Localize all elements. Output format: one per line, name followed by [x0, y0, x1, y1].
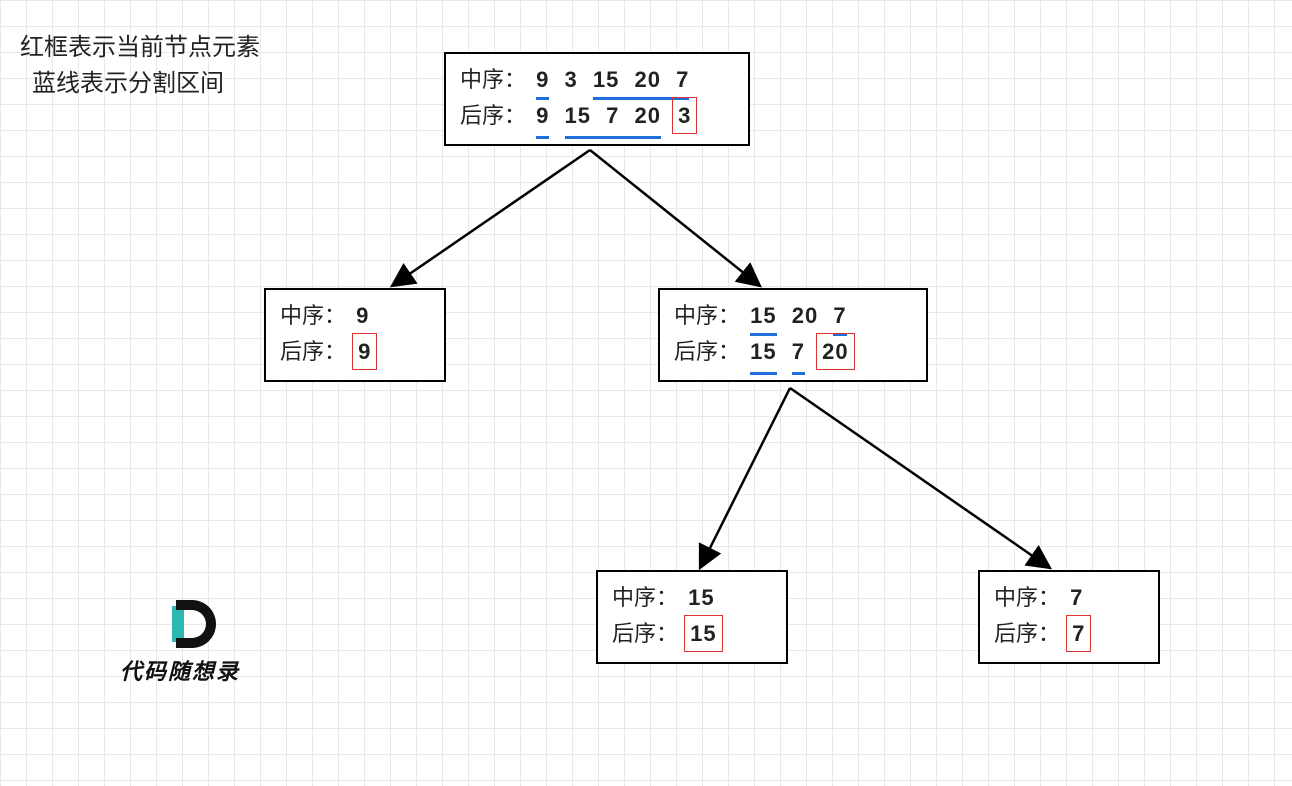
label-inorder: 中序：	[460, 62, 526, 97]
node-right: 中序： 15 20 7 后序： 15 7 20	[658, 288, 928, 382]
node-root: 中序： 9 3 15 20 7 后序： 9 15 7 20 3	[444, 52, 750, 146]
label-postorder: 后序：	[460, 98, 526, 133]
legend-line-2: 蓝线表示分割区间	[32, 66, 260, 102]
right-right-inorder: 7	[1066, 585, 1087, 610]
left-inorder: 9	[352, 303, 373, 328]
node-right-left: 中序： 15 后序： 15	[596, 570, 788, 664]
node-right-right: 中序： 7 后序： 7	[978, 570, 1160, 664]
left-postorder: 9	[352, 339, 377, 364]
right-left-postorder: 15	[684, 621, 722, 646]
right-inorder: 15 20 7	[746, 303, 850, 328]
root-inorder: 9 3 15 20 7	[532, 67, 693, 92]
watermark: 代码随想录	[120, 600, 240, 686]
root-postorder: 9 15 7 20 3	[532, 103, 697, 128]
right-left-inorder: 15	[684, 585, 718, 610]
legend-line-1: 红框表示当前节点元素	[20, 30, 260, 66]
right-right-postorder: 7	[1066, 621, 1091, 646]
watermark-logo-icon	[172, 600, 220, 648]
node-left: 中序： 9 后序： 9	[264, 288, 446, 382]
right-postorder: 15 7 20	[746, 339, 854, 364]
watermark-text: 代码随想录	[120, 654, 240, 686]
legend: 红框表示当前节点元素 蓝线表示分割区间	[20, 30, 260, 102]
